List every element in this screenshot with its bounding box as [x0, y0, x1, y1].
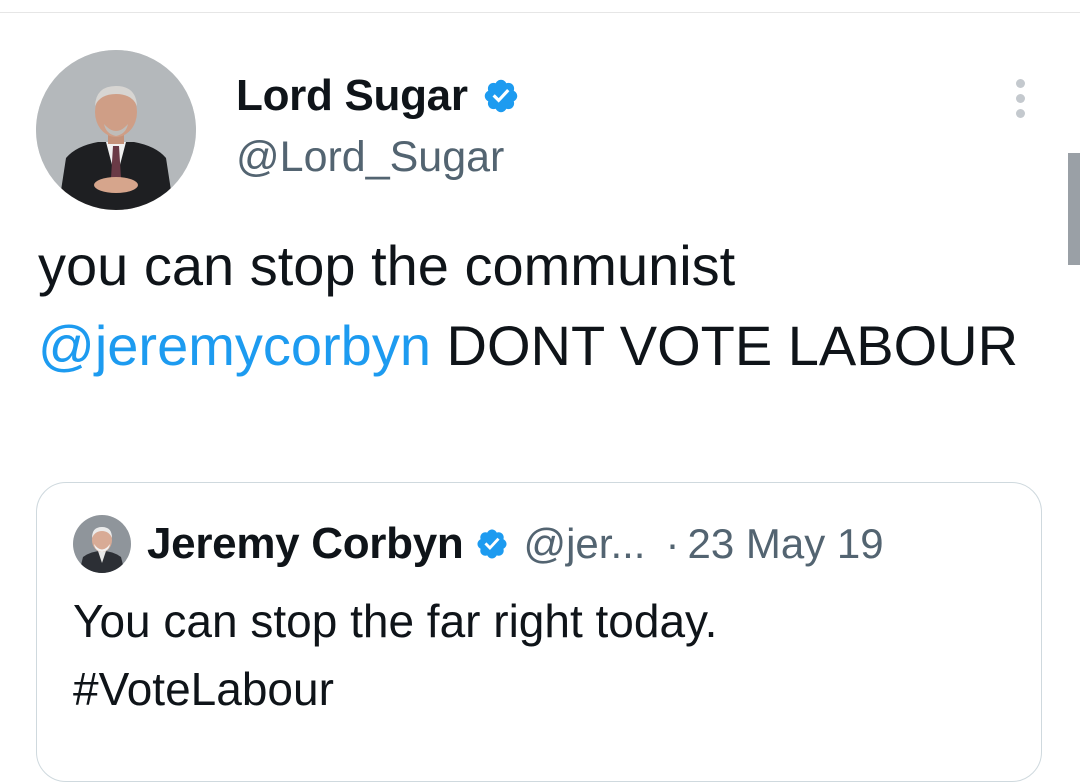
top-divider — [0, 12, 1080, 13]
scrollbar-thumb[interactable] — [1068, 153, 1080, 265]
quoted-author-avatar[interactable] — [73, 515, 131, 573]
more-dot — [1015, 93, 1025, 103]
verified-badge-icon — [482, 77, 520, 115]
tweet-text: you can stop the communist @jeremycorbyn … — [38, 226, 1038, 386]
author-display-name[interactable]: Lord Sugar — [236, 68, 468, 124]
tweet-text-part: DONT VOTE LABOUR — [430, 314, 1019, 377]
more-dot — [1015, 78, 1025, 88]
author-name-row: Lord Sugar — [236, 68, 520, 124]
author-handle[interactable]: @Lord_Sugar — [236, 130, 504, 184]
quoted-tweet-date[interactable]: 23 May 19 — [687, 517, 883, 571]
more-dot — [1015, 108, 1025, 118]
quoted-text-line: You can stop the far right today. — [73, 595, 718, 647]
author-avatar[interactable] — [36, 50, 196, 210]
tweet-text-part: you can stop the communist — [38, 234, 736, 297]
more-options-icon[interactable] — [1004, 76, 1036, 120]
quoted-tweet-text: You can stop the far right today. #VoteLa… — [73, 587, 1023, 723]
verified-badge-icon — [475, 527, 509, 561]
quoted-author-name[interactable]: Jeremy Corbyn — [147, 517, 464, 571]
separator-dot: · — [665, 520, 680, 567]
quoted-author-handle[interactable]: @jer... — [523, 517, 645, 571]
hashtag-link[interactable]: #VoteLabour — [73, 663, 334, 715]
mention-link[interactable]: @jeremycorbyn — [38, 314, 431, 377]
quoted-tweet-header: Jeremy Corbyn @jer... · 23 May 19 — [147, 517, 884, 571]
quoted-tweet-card[interactable]: Jeremy Corbyn @jer... · 23 May 19 You ca… — [36, 482, 1042, 782]
